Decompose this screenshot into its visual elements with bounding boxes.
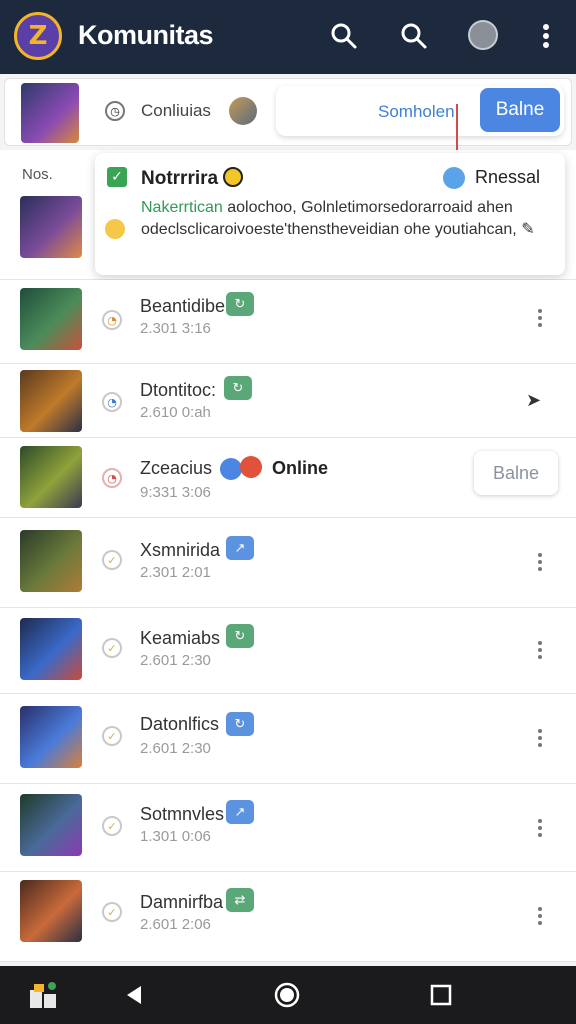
sync-badge-icon: ↻ [226,292,254,316]
list-item[interactable]: ◔ Beantidibe 2.301 3:16 ↻ [0,280,576,364]
online-status: Online [272,458,329,478]
item-name: Datonlfics [140,714,220,734]
status-icon: ◔ [102,310,122,330]
more-options-icon[interactable] [530,726,550,750]
search-input[interactable]: Somholen [378,102,455,122]
list-item[interactable]: ✓ Sotmnvles 1.301 0:06 ↗ [0,784,576,872]
status-icon: ✓ [102,726,122,746]
game-thumbnail[interactable] [20,530,82,592]
emoji-icon [105,219,125,239]
list-item[interactable]: ◔ Dtontitoc: 2.610 0:ah ↻ ➤ [0,364,576,438]
item-name: Keamiabs [140,628,221,648]
item-name: Beantidibe [140,296,226,316]
popup-right-label: Rnessal [475,167,541,187]
game-thumbnail[interactable] [20,706,82,768]
cloud-icon [443,167,465,189]
game-thumbnail[interactable] [21,83,79,143]
participant-icon [220,458,242,480]
item-time: 2.301 3:16 [140,320,211,337]
item-time: 9:331 3:06 [140,484,211,501]
popup-title: Notrrrira [141,167,244,190]
send-icon[interactable]: ➤ [526,390,541,411]
game-thumbnail[interactable] [20,370,82,432]
item-name: Dtontitoc: [140,380,217,400]
item-name: Zceacius [140,458,213,478]
sync-badge-icon: ↻ [224,376,252,400]
search-button[interactable]: Balne [480,88,560,132]
search-icon-secondary[interactable] [398,20,430,52]
row-action-button[interactable]: Balne [474,451,558,495]
side-label: Nos. [22,166,53,183]
pencil-icon: ✎ [521,219,535,238]
home-app-icon[interactable] [28,980,58,1010]
more-menu-icon[interactable] [530,20,562,52]
game-thumbnail[interactable] [20,618,82,680]
game-thumbnail[interactable] [20,794,82,856]
share-badge-icon: ⇄ [226,888,254,912]
recents-icon[interactable] [426,980,456,1010]
more-options-icon[interactable] [530,550,550,574]
status-icon: ◔ [102,392,122,412]
item-name: Damnirfba [140,892,224,912]
status-icon: ✓ [102,550,122,570]
home-icon[interactable] [272,980,302,1010]
game-thumbnail[interactable] [20,446,82,508]
more-options-icon[interactable] [530,638,550,662]
sync-badge-icon: ↻ [226,624,254,648]
item-time: 2.601 2:06 [140,916,211,933]
timer-icon: ◷ [105,101,125,121]
sync-badge-icon: ↻ [226,712,254,736]
list-item[interactable]: ✓ Keamiabs 2.601 2:30 ↻ [0,608,576,694]
game-thumbnail[interactable] [20,880,82,942]
item-time: 2.610 0:ah [140,404,211,421]
more-options-icon[interactable] [530,816,550,840]
status-icon: ✓ [102,902,122,922]
status-icon: ✓ [102,816,122,836]
app-logo[interactable]: Z [14,12,62,60]
game-thumbnail[interactable] [20,196,82,258]
share-badge-icon: ↗ [226,536,254,560]
search-scope-label: Conliuias [141,101,211,120]
item-time: 2.601 2:30 [140,652,211,669]
item-name: Sotmnvles [140,804,225,824]
item-time: 2.301 2:01 [140,564,211,581]
list-item[interactable]: ✓ Xsmnirida 2.301 2:01 ↗ [0,518,576,608]
participant-icon [240,456,262,478]
list-item[interactable]: ✓ Damnirfba 2.601 2:06 ⇄ [0,872,576,962]
back-icon[interactable] [118,980,148,1010]
text-cursor [456,104,458,152]
app-bar: Z Komunitas [0,0,576,74]
logo-letter: Z [28,21,48,51]
item-name: Xsmnirida [140,540,221,560]
list-item[interactable]: ✓ Datonlfics 2.601 2:30 ↻ [0,694,576,784]
app-title: Komunitas [78,20,214,50]
share-badge-icon: ↗ [226,800,254,824]
smiley-icon [223,167,244,187]
profile-avatar[interactable] [468,20,498,50]
status-icon: ✓ [102,638,122,658]
status-icon: ◔ [102,468,122,488]
popup-message: Nakerrtican aolochoo, Golnletimorsedorar… [141,199,535,238]
search-icon[interactable] [328,20,360,52]
user-avatar[interactable] [229,97,257,125]
item-time: 2.601 2:30 [140,740,211,757]
checkbox-checked-icon[interactable]: ✓ [107,167,127,187]
game-thumbnail[interactable] [20,288,82,350]
item-time: 1.301 0:06 [140,828,211,845]
more-options-icon[interactable] [530,904,550,928]
more-options-icon[interactable] [530,306,550,330]
system-nav-bar [0,966,576,1024]
notification-popup[interactable]: ✓ Notrrrira Rnessal Nakerrtican aolochoo… [95,153,565,275]
